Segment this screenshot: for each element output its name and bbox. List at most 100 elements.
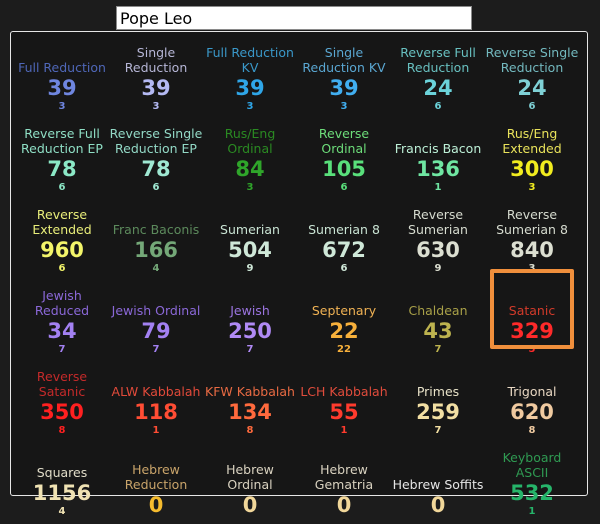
cipher-reduced-value: 6 [434,101,442,112]
cipher-cell[interactable]: Reverse Full Reduction 24 6 [391,38,485,119]
cipher-results-panel: Full Reduction 39 3 Single Reduction 39 3 Full… [10,31,588,517]
cipher-cell[interactable]: Rus/Eng Extended 300 3 [485,119,579,200]
cipher-cell[interactable]: Chaldean 43 7 [391,281,485,362]
cipher-cell[interactable]: Single Reduction 39 3 [109,38,203,119]
cipher-name[interactable]: ALW Kabbalah [112,384,201,399]
cipher-reduced-value: 22 [337,344,351,355]
cipher-cell[interactable]: Keyboard ASCII 532 1 [485,443,579,524]
cipher-cell[interactable]: Hebrew Gematria 0 [297,443,391,524]
cipher-name[interactable]: LCH Kabbalah [300,384,387,399]
cipher-name[interactable]: Trigonal [507,384,556,399]
cipher-name[interactable]: Reverse Full Reduction [391,45,485,75]
cipher-name[interactable]: Hebrew Soffits [393,477,484,492]
cipher-name[interactable]: Rus/Eng Ordinal [203,126,297,156]
cipher-name[interactable]: Reverse Extended [15,207,109,237]
cipher-cell[interactable]: Squares 1156 4 [15,443,109,524]
cipher-name[interactable]: Jewish [230,303,270,318]
cipher-cell[interactable]: LCH Kabbalah 55 1 [297,362,391,443]
cipher-value: 134 [228,400,272,424]
cipher-cell[interactable]: ALW Kabbalah 118 1 [109,362,203,443]
cipher-name[interactable]: KFW Kabbalah [205,384,295,399]
cipher-name[interactable]: Squares [37,465,88,480]
cipher-reduced-value: 8 [528,425,536,436]
cipher-reduced-value: 6 [340,182,348,193]
cipher-name[interactable]: Satanic [509,303,555,318]
phrase-input[interactable] [116,6,472,30]
cipher-cell[interactable]: Full Reduction 39 3 [15,38,109,119]
cipher-cell[interactable]: Sumerian 504 9 [203,200,297,281]
cipher-name[interactable]: Hebrew Reduction [109,462,203,492]
cipher-cell[interactable]: Jewish 250 7 [203,281,297,362]
cipher-reduced-value: 6 [528,101,536,112]
cipher-cell[interactable]: Rus/Eng Ordinal 84 3 [203,119,297,200]
cipher-name[interactable]: Primes [417,384,459,399]
cipher-value: 0 [242,493,258,517]
cipher-name[interactable]: Reverse Full Reduction EP [15,126,109,156]
cipher-cell[interactable]: KFW Kabbalah 134 8 [203,362,297,443]
cipher-reduced-value: 7 [152,344,160,355]
cipher-name[interactable]: Sumerian [220,222,280,237]
cipher-name[interactable]: Francis Bacon [395,141,482,156]
cipher-cell[interactable]: Primes 259 7 [391,362,485,443]
cipher-reduced-value: 8 [58,425,66,436]
cipher-cell[interactable]: Reverse Ordinal 105 6 [297,119,391,200]
cipher-reduced-value: 7 [58,344,66,355]
cipher-cell[interactable]: Reverse Full Reduction EP 78 6 [15,119,109,200]
cipher-value: 118 [134,400,178,424]
cipher-cell[interactable]: Hebrew Reduction 0 [109,443,203,524]
cipher-name[interactable]: Full Reduction [18,60,106,75]
cipher-name[interactable]: Chaldean [409,303,468,318]
cipher-name[interactable]: Keyboard ASCII [485,450,579,480]
cipher-cell[interactable]: Sumerian 8 672 6 [297,200,391,281]
cipher-reduced-value: 6 [58,263,66,274]
cipher-value: 24 [517,76,547,100]
cipher-name[interactable]: Reverse Sumerian [391,207,485,237]
cipher-name[interactable]: Hebrew Gematria [297,462,391,492]
cipher-value: 329 [510,319,554,343]
cipher-name[interactable]: Reverse Satanic [15,369,109,399]
cipher-name[interactable]: Full Reduction KV [203,45,297,75]
cipher-value: 630 [416,238,460,262]
cipher-name[interactable]: Reverse Ordinal [297,126,391,156]
cipher-reduced-value: 1 [152,425,160,436]
cipher-reduced-value: 5 [528,344,536,355]
cipher-cell[interactable]: Hebrew Ordinal 0 [203,443,297,524]
cipher-value: 24 [423,76,453,100]
cipher-cell[interactable]: Jewish Reduced 34 7 [15,281,109,362]
cipher-cell[interactable]: Trigonal 620 8 [485,362,579,443]
cipher-cell[interactable]: Reverse Single Reduction EP 78 6 [109,119,203,200]
cipher-cell[interactable]: Septenary 22 22 [297,281,391,362]
cipher-name[interactable]: Single Reduction [109,45,203,75]
cipher-value: 84 [235,157,265,181]
cipher-reduced-value: 3 [528,263,536,274]
cipher-cell[interactable]: Reverse Sumerian 630 9 [391,200,485,281]
cipher-cell[interactable]: Hebrew Soffits 0 [391,443,485,524]
cipher-cell[interactable]: Reverse Satanic 350 8 [15,362,109,443]
cipher-cell[interactable]: Reverse Single Reduction 24 6 [485,38,579,119]
cipher-reduced-value: 3 [246,182,254,193]
cipher-name[interactable]: Reverse Single Reduction [485,45,579,75]
cipher-name[interactable]: Single Reduction KV [297,45,391,75]
cipher-name[interactable]: Franc Baconis [113,222,200,237]
cipher-cell[interactable]: Jewish Ordinal 79 7 [109,281,203,362]
cipher-name[interactable]: Hebrew Ordinal [203,462,297,492]
cipher-value: 620 [510,400,554,424]
cipher-cell[interactable]: Franc Baconis 166 4 [109,200,203,281]
cipher-name[interactable]: Sumerian 8 [308,222,380,237]
cipher-name[interactable]: Rus/Eng Extended [485,126,579,156]
cipher-cell[interactable]: Reverse Extended 960 6 [15,200,109,281]
cipher-name[interactable]: Jewish Reduced [15,288,109,318]
cipher-reduced-value: 6 [58,182,66,193]
cipher-name[interactable]: Septenary [312,303,376,318]
cipher-name[interactable]: Reverse Single Reduction EP [109,126,203,156]
cipher-cell[interactable]: Satanic 329 5 [485,281,579,362]
cipher-name[interactable]: Reverse Sumerian 8 [485,207,579,237]
cipher-cell[interactable]: Reverse Sumerian 8 840 3 [485,200,579,281]
cipher-name[interactable]: Jewish Ordinal [112,303,201,318]
cipher-cell[interactable]: Francis Bacon 136 1 [391,119,485,200]
cipher-cell[interactable]: Single Reduction KV 39 3 [297,38,391,119]
cipher-cell[interactable]: Full Reduction KV 39 3 [203,38,297,119]
cipher-value: 39 [235,76,265,100]
cipher-value: 0 [148,493,164,517]
cipher-value: 1156 [32,481,92,505]
